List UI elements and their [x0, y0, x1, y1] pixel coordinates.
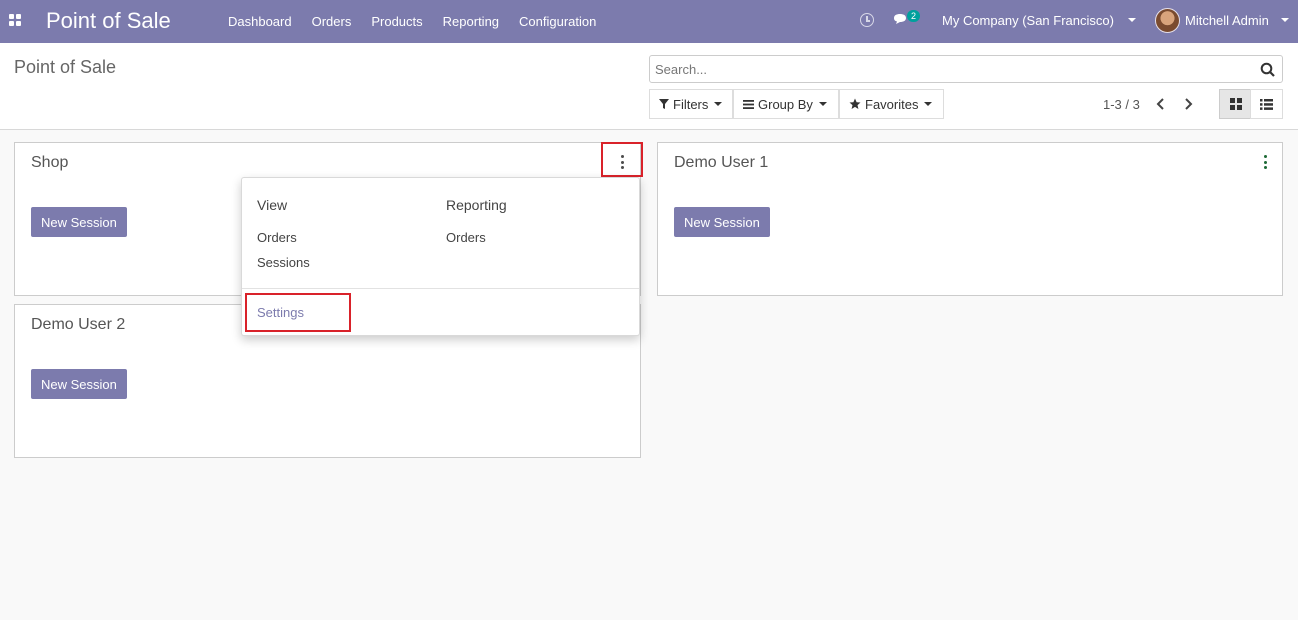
favorites-button[interactable]: Favorites [839, 89, 944, 119]
new-session-button[interactable]: New Session [674, 207, 770, 237]
search-input[interactable] [655, 57, 1245, 81]
card-title: Shop [31, 154, 69, 171]
dropdown-view-sessions[interactable]: Sessions [257, 255, 310, 270]
dropdown-reporting-orders[interactable]: Orders [446, 230, 486, 245]
filter-icon [659, 99, 669, 109]
settings-highlight-annotation [245, 293, 351, 332]
card-options-kebab-icon[interactable] [1264, 155, 1268, 169]
main-menu: Dashboard Orders Products Reporting Conf… [218, 0, 606, 43]
pager-value[interactable]: 1-3 / 3 [1103, 97, 1140, 112]
breadcrumb: Point of Sale [14, 57, 117, 77]
search-icon[interactable] [1260, 62, 1275, 77]
search-box[interactable] [649, 55, 1283, 83]
company-switcher[interactable]: My Company (San Francisco) [942, 13, 1114, 28]
group-by-caret-icon [818, 102, 827, 106]
group-by-label: Group By [758, 96, 813, 112]
company-caret-icon[interactable] [1128, 18, 1136, 22]
messages-count-badge: 2 [907, 10, 921, 22]
filters-label: Filters [673, 96, 709, 112]
dropdown-view-heading: View [257, 197, 288, 213]
menu-dashboard[interactable]: Dashboard [218, 14, 302, 29]
list-icon [1260, 98, 1273, 110]
menu-orders[interactable]: Orders [302, 14, 362, 29]
group-by-icon [743, 99, 754, 109]
user-menu[interactable]: Mitchell Admin [1185, 13, 1269, 28]
apps-menu-icon[interactable] [9, 14, 21, 26]
kanban-icon [1229, 98, 1242, 110]
star-icon [849, 98, 861, 109]
new-session-button[interactable]: New Session [31, 369, 127, 399]
pager-previous-icon[interactable] [1154, 97, 1168, 111]
favorites-caret-icon [924, 102, 933, 106]
dropdown-divider [242, 288, 639, 289]
user-avatar[interactable] [1155, 8, 1180, 33]
kanban-view-button[interactable] [1219, 89, 1252, 119]
card-title: Demo User 2 [31, 316, 126, 333]
filters-button[interactable]: Filters [649, 89, 733, 119]
top-navbar: Point of Sale Dashboard Orders Products … [0, 0, 1298, 43]
pager-next-icon[interactable] [1181, 97, 1195, 111]
control-panel: Point of Sale Filters Group By Favorites… [0, 43, 1298, 130]
card-title: Demo User 1 [674, 154, 769, 171]
menu-configuration[interactable]: Configuration [509, 14, 606, 29]
activity-clock-icon[interactable] [860, 13, 874, 27]
messages-icon[interactable] [893, 13, 907, 25]
dropdown-view-orders[interactable]: Orders [257, 230, 297, 245]
pos-card-demo-user-1: Demo User 1 New Session [657, 142, 1283, 296]
filters-caret-icon [714, 102, 723, 106]
group-by-button[interactable]: Group By [733, 89, 839, 119]
menu-reporting[interactable]: Reporting [433, 14, 509, 29]
user-caret-icon[interactable] [1281, 18, 1289, 22]
favorites-label: Favorites [865, 96, 919, 112]
list-view-button[interactable] [1250, 89, 1283, 119]
kebab-highlight-annotation [601, 142, 643, 177]
dropdown-reporting-heading: Reporting [446, 197, 507, 213]
new-session-button[interactable]: New Session [31, 207, 127, 237]
app-title: Point of Sale [46, 8, 171, 33]
menu-products[interactable]: Products [361, 14, 432, 29]
